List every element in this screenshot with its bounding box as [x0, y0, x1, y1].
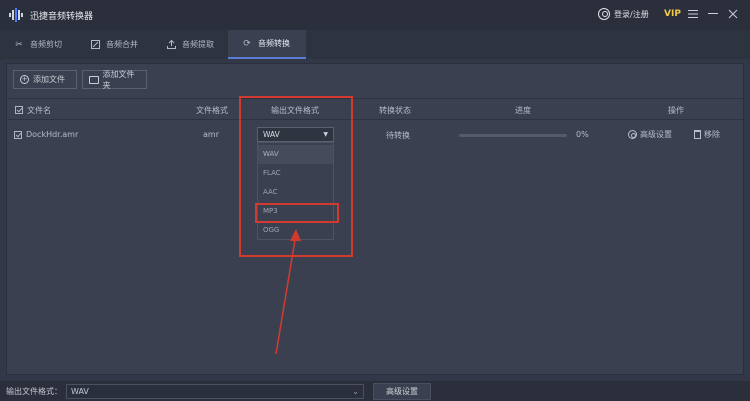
annotation-arrow — [275, 229, 301, 355]
chevron-down-icon: ⌄ — [352, 387, 359, 396]
global-output-format-select[interactable]: WAV ⌄ — [66, 384, 364, 399]
global-format-value: WAV — [71, 387, 89, 396]
global-advanced-settings-button[interactable]: 高级设置 — [373, 383, 431, 400]
output-format-label: 输出文件格式： — [6, 387, 62, 396]
bottom-bar: 输出文件格式： WAV ⌄ 高级设置 — [0, 381, 750, 401]
